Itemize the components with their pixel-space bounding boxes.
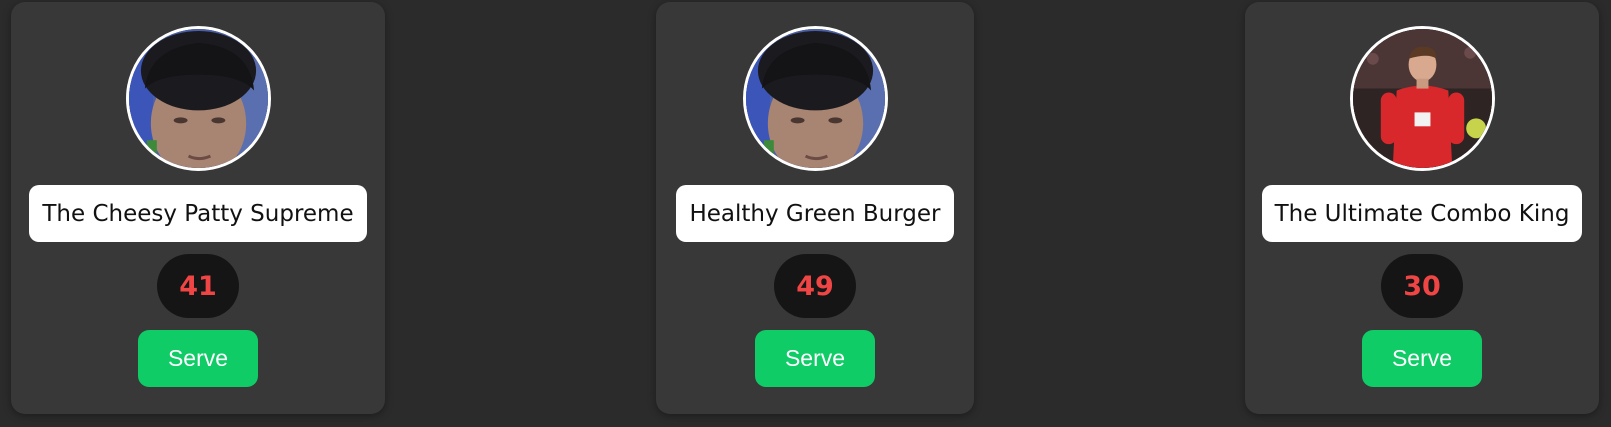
serve-button[interactable]: Serve: [755, 330, 875, 387]
serve-button[interactable]: Serve: [138, 330, 258, 387]
avatar: [1349, 26, 1495, 171]
order-count-badge: 49: [774, 254, 856, 318]
avatar: [742, 26, 888, 171]
avatar: [125, 26, 271, 171]
footballer-image: [1352, 29, 1492, 168]
dish-name: The Ultimate Combo King: [1261, 185, 1583, 242]
boy-portrait-image: [745, 29, 885, 168]
boy-portrait-image: [128, 29, 268, 168]
dish-name: Healthy Green Burger: [676, 185, 954, 242]
order-card: Healthy Green Burger 49 Serve: [656, 2, 974, 414]
order-card: The Ultimate Combo King 30 Serve: [1245, 2, 1599, 414]
dish-name: The Cheesy Patty Supreme: [29, 185, 367, 242]
order-card: The Cheesy Patty Supreme 41 Serve: [11, 2, 385, 414]
orders-board: The Cheesy Patty Supreme 41 Serve Health…: [0, 0, 1611, 427]
serve-button[interactable]: Serve: [1362, 330, 1482, 387]
order-count-badge: 41: [157, 254, 239, 318]
order-count-badge: 30: [1381, 254, 1463, 318]
